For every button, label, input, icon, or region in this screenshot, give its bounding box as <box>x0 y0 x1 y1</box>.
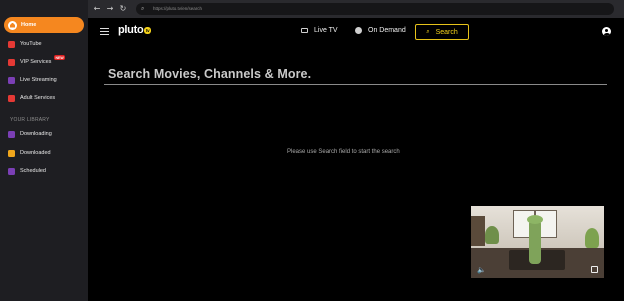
sidebar-item-label: Scheduled <box>20 168 46 174</box>
vip-icon <box>8 58 15 66</box>
user-account-icon[interactable] <box>602 27 611 36</box>
search-icon: ⌕ <box>426 28 430 35</box>
volume-icon[interactable]: 🔈 <box>477 266 486 274</box>
sidebar-item-scheduled[interactable]: Scheduled <box>4 163 84 179</box>
menu-icon[interactable] <box>100 28 109 35</box>
scheduled-icon <box>8 167 15 175</box>
search-input[interactable]: Search Movies, Channels & More. <box>108 67 311 81</box>
browser-toolbar: ← → ↻ ⌕ https://pluto.tv/en/search <box>88 0 624 18</box>
video-scene-character <box>527 215 543 264</box>
search-underline <box>104 84 607 85</box>
sidebar-item-downloaded[interactable]: Downloaded <box>4 145 84 161</box>
youtube-icon <box>8 40 15 48</box>
pluto-tv-logo[interactable]: pluto tv <box>118 24 151 36</box>
forward-icon[interactable]: → <box>105 3 115 14</box>
adult-services-icon <box>8 94 15 102</box>
live-streaming-icon <box>8 76 15 84</box>
sidebar-item-label: Adult Services <box>20 95 56 101</box>
mini-video-player[interactable]: 🔈 <box>471 206 604 278</box>
sidebar-item-label: VIP Services <box>20 59 52 65</box>
sidebar-item-vip-services[interactable]: VIP Services NEW <box>4 54 84 70</box>
sidebar-item-label: Live Streaming <box>20 77 57 83</box>
on-demand-label: On Demand <box>368 27 406 34</box>
logo-text: pluto <box>118 24 144 36</box>
search-label: Search <box>435 28 458 36</box>
downloading-icon <box>8 130 15 138</box>
back-icon[interactable]: ← <box>92 3 102 14</box>
reload-icon[interactable]: ↻ <box>118 3 128 14</box>
on-demand-link[interactable]: On Demand <box>355 27 406 34</box>
sidebar-item-label: YouTube <box>20 41 42 47</box>
live-tv-label: Live TV <box>314 27 338 34</box>
downloaded-icon <box>8 149 15 157</box>
search-button[interactable]: ⌕ Search <box>415 24 469 40</box>
search-hint: Please use Search field to start the sea… <box>287 149 400 155</box>
search-icon: ⌕ <box>141 5 145 12</box>
sidebar-item-label: Downloaded <box>20 150 51 156</box>
sidebar-item-downloading[interactable]: Downloading <box>4 126 84 142</box>
library-heading: YOUR LIBRARY <box>10 117 50 123</box>
home-icon <box>8 20 17 30</box>
sidebar-item-label: Downloading <box>20 131 52 137</box>
sidebar-item-youtube[interactable]: YouTube <box>4 36 84 52</box>
address-bar[interactable]: ⌕ https://pluto.tv/en/search <box>136 3 614 15</box>
video-scene-plant <box>485 226 499 244</box>
logo-badge: tv <box>144 26 151 34</box>
live-tv-link[interactable]: Live TV <box>301 27 338 34</box>
sidebar-item-live-streaming[interactable]: Live Streaming <box>4 72 84 88</box>
sidebar-item-home[interactable]: Home <box>4 17 84 33</box>
app-header: pluto tv Live TV On Demand ⌕ Search <box>88 18 624 46</box>
expand-icon[interactable] <box>591 266 598 273</box>
sidebar-item-adult-services[interactable]: Adult Services <box>4 90 84 106</box>
sidebar-item-label: Home <box>21 22 37 28</box>
video-scene-plant <box>585 228 599 248</box>
video-scene-shelf <box>471 216 485 246</box>
url-text: https://pluto.tv/en/search <box>153 6 203 11</box>
sidebar: Home YouTube VIP Services NEW Live Strea… <box>0 0 88 301</box>
new-badge: NEW <box>54 55 66 60</box>
on-demand-icon <box>355 27 362 34</box>
tv-icon <box>301 28 308 33</box>
